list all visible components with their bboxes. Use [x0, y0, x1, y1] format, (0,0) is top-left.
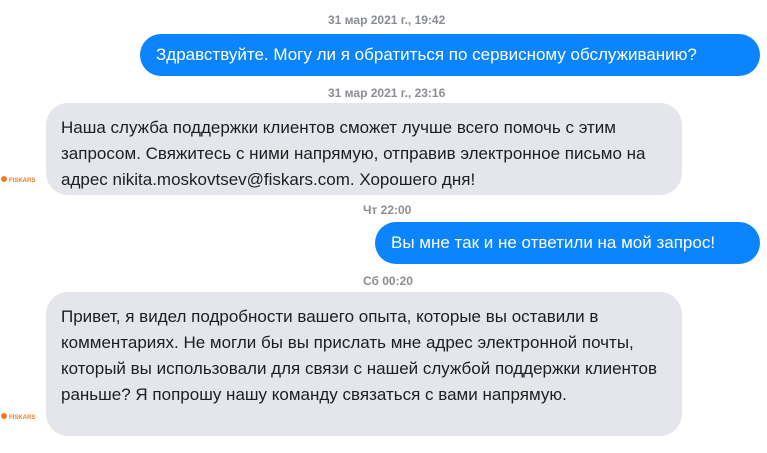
message-timestamp: Сб 00:20	[363, 274, 413, 288]
message-timestamp: Чт 22:00	[363, 203, 412, 217]
fiskars-logo-icon: FISKARS	[0, 411, 38, 421]
fiskars-logo-icon: FISKARS	[0, 174, 38, 184]
incoming-message-bubble[interactable]: Наша служба поддержки клиентов сможет лу…	[46, 103, 682, 195]
message-timestamp: 31 мар 2021 г., 23:16	[328, 86, 446, 100]
outgoing-message-bubble[interactable]: Здравствуйте. Могу ли я обратиться по се…	[140, 34, 760, 76]
outgoing-message-bubble[interactable]: Вы мне так и не ответили на мой запрос!	[375, 222, 760, 264]
message-timestamp: 31 мар 2021 г., 19:42	[328, 13, 446, 27]
incoming-message-bubble[interactable]: Привет, я видел подробности вашего опыта…	[46, 292, 682, 436]
message-thread: 31 мар 2021 г., 19:42 Здравствуйте. Могу…	[0, 0, 767, 453]
svg-text:FISKARS: FISKARS	[9, 178, 35, 184]
svg-text:FISKARS: FISKARS	[9, 415, 35, 421]
